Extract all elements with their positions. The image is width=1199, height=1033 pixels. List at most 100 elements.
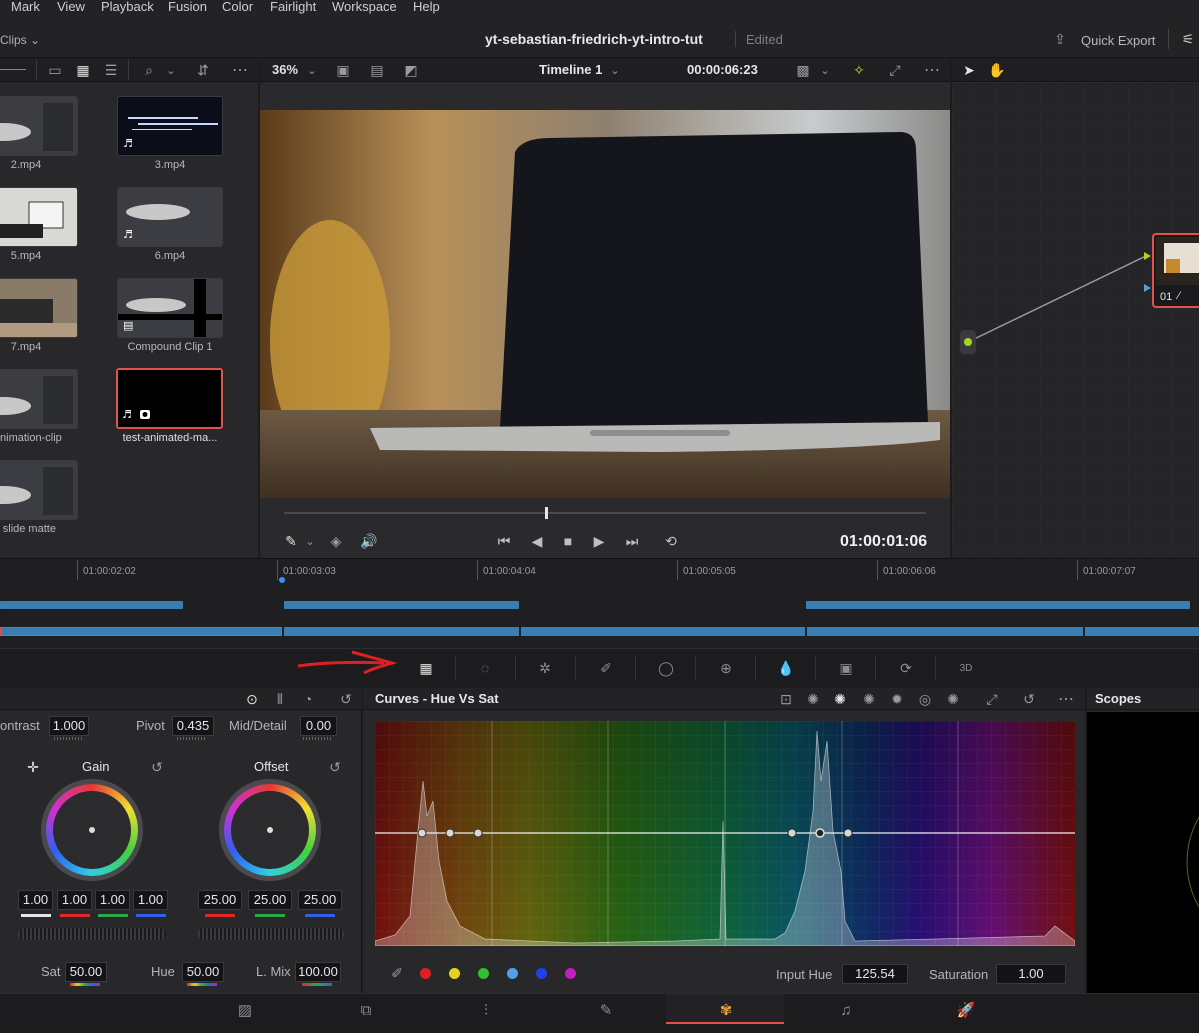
pointer-icon[interactable]: ➤ <box>958 60 980 80</box>
timeline-clip[interactable] <box>0 601 183 609</box>
thumbnail-view-icon[interactable]: ▦ <box>72 60 94 80</box>
layers-icon[interactable]: ◈ <box>326 531 346 551</box>
timeline-clip[interactable] <box>806 601 1190 609</box>
3d-icon[interactable]: 3D <box>954 656 978 680</box>
fusion-page-icon[interactable]: ✎ <box>591 1000 621 1020</box>
split-viewer-icon[interactable]: ▤ <box>366 60 388 80</box>
timeline-clip[interactable] <box>1085 627 1199 636</box>
hand-icon[interactable]: ✋ <box>986 60 1008 80</box>
timeline-clip[interactable] <box>807 627 1083 636</box>
gain-g-field[interactable]: 1.00 <box>95 890 130 910</box>
magenta-swatch[interactable] <box>565 968 576 979</box>
offset-g-field[interactable]: 25.00 <box>248 890 292 910</box>
qualifier-eyedropper-icon[interactable]: ✐ <box>594 656 618 680</box>
chevron-down-icon[interactable]: ⌄ <box>607 60 623 80</box>
clip-thumbnail[interactable] <box>0 96 78 156</box>
hq-display-icon[interactable]: ▩ <box>792 60 814 80</box>
hue-field[interactable]: 50.00 <box>182 962 224 982</box>
timeline-clip[interactable] <box>284 601 519 609</box>
timeline-clip[interactable] <box>284 627 519 636</box>
zoom-level[interactable]: 36% <box>272 62 298 77</box>
scrubber-handle[interactable] <box>545 507 548 519</box>
menu-fusion[interactable]: Fusion <box>168 0 207 14</box>
gain-color-wheel[interactable] <box>46 784 138 876</box>
sat-vs-lum-icon[interactable]: ✺ <box>943 689 963 709</box>
node-input[interactable] <box>960 330 976 354</box>
lmix-field[interactable]: 100.00 <box>295 962 341 982</box>
sort-icon[interactable]: ⇵ <box>192 60 214 80</box>
eyedropper-icon[interactable]: ✐ <box>388 964 406 982</box>
offset-r-field[interactable]: 25.00 <box>198 890 242 910</box>
more-options-icon[interactable]: ⋯ <box>1055 689 1077 709</box>
custom-curve-icon[interactable]: ⊡ <box>776 689 796 709</box>
hue-vs-lum-icon[interactable]: ✺ <box>859 689 879 709</box>
blue-swatch[interactable] <box>536 968 547 979</box>
key-input-icon[interactable] <box>1144 284 1151 292</box>
window-icon[interactable]: ◯ <box>654 656 678 680</box>
chevron-down-icon[interactable]: ⌄ <box>162 60 180 80</box>
reset-icon[interactable]: ↺ <box>336 689 356 709</box>
contrast-field[interactable]: 1.000 <box>49 716 89 736</box>
settings-sliders-icon[interactable]: ⚟ <box>1178 29 1198 49</box>
jump-start-icon[interactable]: ⏮ <box>492 531 516 551</box>
pivot-field[interactable]: 0.435 <box>172 716 214 736</box>
gain-y-field[interactable]: 1.00 <box>18 890 53 910</box>
gain-master-wheel[interactable] <box>18 928 166 940</box>
chevron-down-icon[interactable]: ⌄ <box>303 531 317 551</box>
hue-vs-sat-graph[interactable] <box>375 721 1075 946</box>
expand-icon[interactable]: ⤢ <box>982 689 1002 709</box>
input-hue-field[interactable]: 125.54 <box>842 964 908 984</box>
clip-thumbnail-selected[interactable]: ♬ <box>116 368 223 429</box>
gain-b-field[interactable]: 1.00 <box>133 890 168 910</box>
loop-icon[interactable]: ⟲ <box>659 531 683 551</box>
single-viewer-icon[interactable]: ▣ <box>332 60 354 80</box>
more-options-icon[interactable]: ⋯ <box>920 60 944 80</box>
color-warper-icon[interactable]: ◌ <box>473 656 497 680</box>
tracker-icon[interactable]: ⊕ <box>714 656 738 680</box>
rgb-input-icon[interactable] <box>1144 252 1151 260</box>
list-view-icon[interactable]: ☰ <box>100 60 122 80</box>
sat-field[interactable]: 50.00 <box>65 962 107 982</box>
edit-page-icon[interactable]: ⫶ <box>471 1000 501 1020</box>
green-swatch[interactable] <box>478 968 489 979</box>
reverse-play-icon[interactable]: ◀ <box>527 531 547 551</box>
offset-reset-icon[interactable]: ↺ <box>326 758 344 776</box>
sat-vs-sat-icon[interactable]: ◎ <box>915 689 935 709</box>
cyan-swatch[interactable] <box>507 968 518 979</box>
gain-reset-icon[interactable]: ↺ <box>148 758 166 776</box>
sizing-icon[interactable]: ⟳ <box>894 656 918 680</box>
media-page-icon[interactable]: ▨ <box>230 1000 260 1020</box>
strip-view-icon[interactable]: ▭ <box>44 60 66 80</box>
search-icon[interactable]: ⌕ <box>138 60 160 80</box>
saturation-field[interactable]: 1.00 <box>996 964 1066 984</box>
offset-color-wheel[interactable] <box>224 784 316 876</box>
color-page-icon[interactable]: ✾ <box>711 1000 741 1020</box>
curves-icon[interactable]: ▦ <box>414 656 438 680</box>
wheels-mode-icon[interactable]: ⊙ <box>242 689 262 709</box>
color-picker-overlay-icon[interactable]: ✧ <box>848 60 870 80</box>
menu-mark[interactable]: Mark <box>11 0 40 14</box>
menu-color[interactable]: Color <box>222 0 253 14</box>
clip-thumbnail[interactable]: ♬ <box>117 187 223 247</box>
offset-master-wheel[interactable] <box>198 928 344 940</box>
fullscreen-icon[interactable]: ⤢ <box>884 60 906 80</box>
timeline-clip-selected[interactable] <box>0 627 282 636</box>
menu-help[interactable]: Help <box>413 0 440 14</box>
menu-view[interactable]: View <box>57 0 85 14</box>
clip-thumbnail[interactable]: ♬ <box>117 96 223 156</box>
timeline-dropdown[interactable]: Timeline 1 <box>539 62 602 77</box>
middetail-field[interactable]: 0.00 <box>300 716 337 736</box>
eyedropper-icon[interactable]: ✎ <box>281 531 301 551</box>
color-node-01[interactable]: 01 ⁄ <box>1152 233 1199 308</box>
bars-mode-icon[interactable]: ⦀ <box>270 689 290 709</box>
stop-icon[interactable]: ■ <box>558 531 578 551</box>
chevron-down-icon[interactable]: ⌄ <box>818 60 832 80</box>
offset-b-field[interactable]: 25.00 <box>298 890 342 910</box>
fairlight-page-icon[interactable]: ♫ <box>831 1000 861 1020</box>
crosshair-icon[interactable]: ✛ <box>24 758 42 776</box>
clip-thumbnail[interactable] <box>0 187 78 247</box>
chevron-down-icon[interactable]: ⌄ <box>304 60 320 80</box>
video-frame[interactable] <box>260 110 950 498</box>
menu-fairlight[interactable]: Fairlight <box>270 0 316 14</box>
clip-thumbnail[interactable] <box>0 278 78 338</box>
